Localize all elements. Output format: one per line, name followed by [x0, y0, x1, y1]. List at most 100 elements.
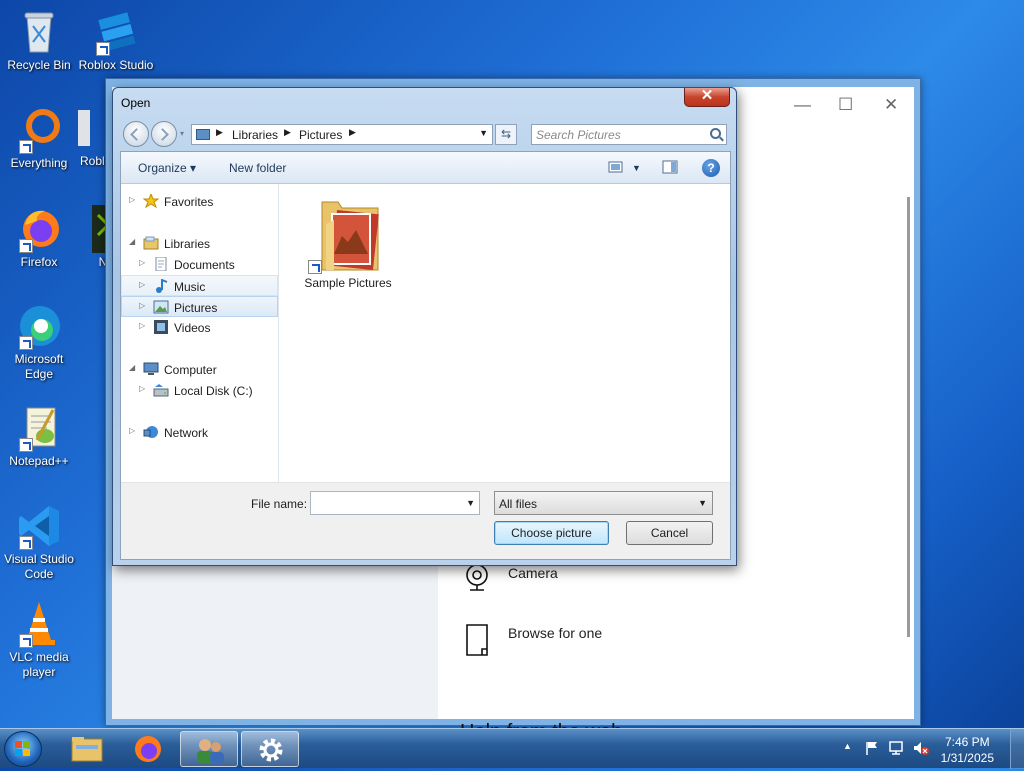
expand-arrow-icon[interactable]: ▷ [129, 195, 135, 204]
file-name-dropdown-icon[interactable]: ▼ [466, 498, 475, 508]
desktop-icon-label: VLC media player [9, 650, 69, 679]
desktop-icon-edge[interactable]: Microsoft Edge [1, 302, 77, 382]
taskbar-user-accounts-button[interactable] [180, 731, 238, 767]
expand-arrow-icon[interactable]: ▷ [139, 384, 145, 393]
desktop-icon-vscode[interactable]: Visual Studio Code [1, 502, 77, 582]
search-input[interactable]: Search Pictures [531, 124, 727, 145]
nav-item-documents[interactable]: ▷ Documents [121, 254, 278, 275]
shortcut-arrow-icon [19, 336, 33, 350]
choose-picture-button[interactable]: Choose picture [494, 521, 609, 545]
shortcut-arrow-icon [19, 239, 33, 253]
dialog-body: Organize ▾ New folder ▼ ? ▷ Favorites ◢ … [120, 151, 731, 560]
browse-option-label: Browse for one [508, 625, 603, 641]
address-dropdown-icon[interactable]: ▼ [479, 128, 488, 138]
taskbar-explorer-button[interactable] [58, 731, 116, 767]
minimize-icon[interactable]: — [794, 95, 811, 115]
file-type-dropdown-icon[interactable]: ▼ [698, 498, 707, 508]
view-options-dropdown-icon[interactable]: ▼ [632, 163, 641, 173]
notepadpp-icon [15, 404, 63, 452]
nav-item-local-disk[interactable]: ▷ Local Disk (C:) [121, 380, 278, 401]
desktop-icon-firefox[interactable]: Firefox [1, 205, 77, 270]
clock-date: 1/31/2025 [940, 751, 994, 765]
library-folder-icon [196, 129, 210, 140]
collapse-arrow-icon[interactable]: ◢ [129, 237, 135, 246]
breadcrumb-separator-icon[interactable]: ▶ [216, 127, 223, 138]
disk-icon [153, 384, 169, 397]
refresh-button[interactable]: ⇆ [495, 124, 517, 145]
back-button[interactable] [123, 121, 149, 147]
vscode-icon [15, 502, 63, 550]
desktop-icon-vlc[interactable]: VLC media player [1, 600, 77, 680]
nav-item-favorites[interactable]: ▷ Favorites [121, 191, 278, 212]
pictures-icon [153, 300, 169, 314]
show-desktop-button[interactable] [1010, 729, 1024, 769]
everything-icon [15, 106, 63, 154]
desktop-icon-label: Recycle Bin [7, 58, 71, 72]
nav-item-videos[interactable]: ▷ Videos [121, 317, 278, 338]
browse-option[interactable]: Browse for one [466, 624, 603, 656]
help-button[interactable]: ? [702, 159, 720, 177]
recycle-bin-icon [15, 8, 63, 56]
desktop-icon-label: Microsoft Edge [14, 352, 64, 381]
maximize-icon[interactable]: ☐ [838, 95, 853, 115]
expand-arrow-icon[interactable]: ▷ [129, 426, 135, 435]
file-type-select[interactable]: All files ▼ [494, 491, 713, 515]
camera-option[interactable]: Camera [466, 564, 558, 591]
collapse-arrow-icon[interactable]: ◢ [129, 363, 135, 372]
nav-item-music[interactable]: ▷ Music [121, 275, 278, 296]
dialog-close-button[interactable]: ✕ [684, 88, 730, 107]
documents-icon [155, 257, 167, 271]
expand-arrow-icon[interactable]: ▷ [139, 280, 145, 289]
start-button[interactable] [4, 731, 42, 767]
address-bar[interactable]: ▶ Libraries ▶ Pictures ▶ ▼ [191, 124, 493, 145]
nav-item-computer[interactable]: ◢ Computer [121, 359, 278, 380]
expand-arrow-icon[interactable]: ▷ [139, 258, 145, 267]
camera-icon [466, 564, 488, 591]
star-icon [143, 194, 159, 208]
breadcrumb-pictures[interactable]: Pictures [299, 128, 342, 142]
folder-item-sample-pictures[interactable]: Sample Pictures [298, 194, 398, 290]
scrollbar[interactable] [907, 197, 910, 637]
dialog-title: Open [121, 96, 151, 110]
taskbar-firefox-button[interactable] [119, 731, 177, 767]
network-status-icon[interactable] [888, 740, 906, 756]
breadcrumb-separator-icon[interactable]: ▶ [284, 127, 291, 138]
camera-option-label: Camera [508, 565, 558, 581]
organize-button[interactable]: Organize ▾ [138, 161, 196, 175]
network-icon [143, 426, 158, 438]
show-hidden-icons-icon[interactable]: ▲ [843, 741, 852, 751]
system-clock[interactable]: 7:46 PM 1/31/2025 [941, 734, 994, 766]
nav-label: Computer [164, 363, 217, 377]
desktop-icon-label: Notepad++ [9, 454, 69, 468]
desktop-icon-recycle-bin[interactable]: Recycle Bin [1, 8, 77, 73]
libraries-icon [143, 236, 159, 250]
shortcut-arrow-icon [19, 634, 33, 648]
action-center-flag-icon[interactable] [864, 740, 880, 756]
nav-item-libraries[interactable]: ◢ Libraries [121, 233, 278, 254]
taskbar-settings-button[interactable] [241, 731, 299, 767]
expand-arrow-icon[interactable]: ▷ [139, 321, 145, 330]
preview-pane-icon[interactable] [662, 160, 678, 174]
new-folder-button[interactable]: New folder [229, 161, 286, 175]
breadcrumb-libraries[interactable]: Libraries [232, 128, 278, 142]
file-name-input[interactable]: ▼ [310, 491, 480, 515]
breadcrumb-separator-icon[interactable]: ▶ [349, 127, 356, 138]
vlc-icon [15, 600, 63, 648]
nav-item-pictures[interactable]: ▷ Pictures [121, 296, 278, 317]
shortcut-arrow-icon [19, 140, 33, 154]
cancel-button[interactable]: Cancel [626, 521, 713, 545]
desktop-icon-notepadpp[interactable]: Notepad++ [1, 404, 77, 469]
desktop-icon-roblox-studio[interactable]: Roblox Studio [78, 8, 154, 73]
desktop-icon-roblox[interactable]: Robl [70, 106, 110, 169]
change-view-icon[interactable] [608, 160, 624, 174]
nav-label: Network [164, 426, 209, 440]
volume-muted-icon[interactable] [912, 740, 930, 756]
file-name-label: File name: [251, 497, 308, 511]
recent-locations-dropdown-icon[interactable]: ▾ [180, 129, 184, 138]
close-icon[interactable]: ✕ [884, 95, 898, 115]
nav-item-network[interactable]: ▷ Network [121, 422, 278, 443]
desktop-icon-everything[interactable]: Everything [1, 106, 77, 171]
forward-button[interactable] [151, 121, 177, 147]
expand-arrow-icon[interactable]: ▷ [139, 301, 145, 310]
explorer-icon [71, 737, 103, 762]
